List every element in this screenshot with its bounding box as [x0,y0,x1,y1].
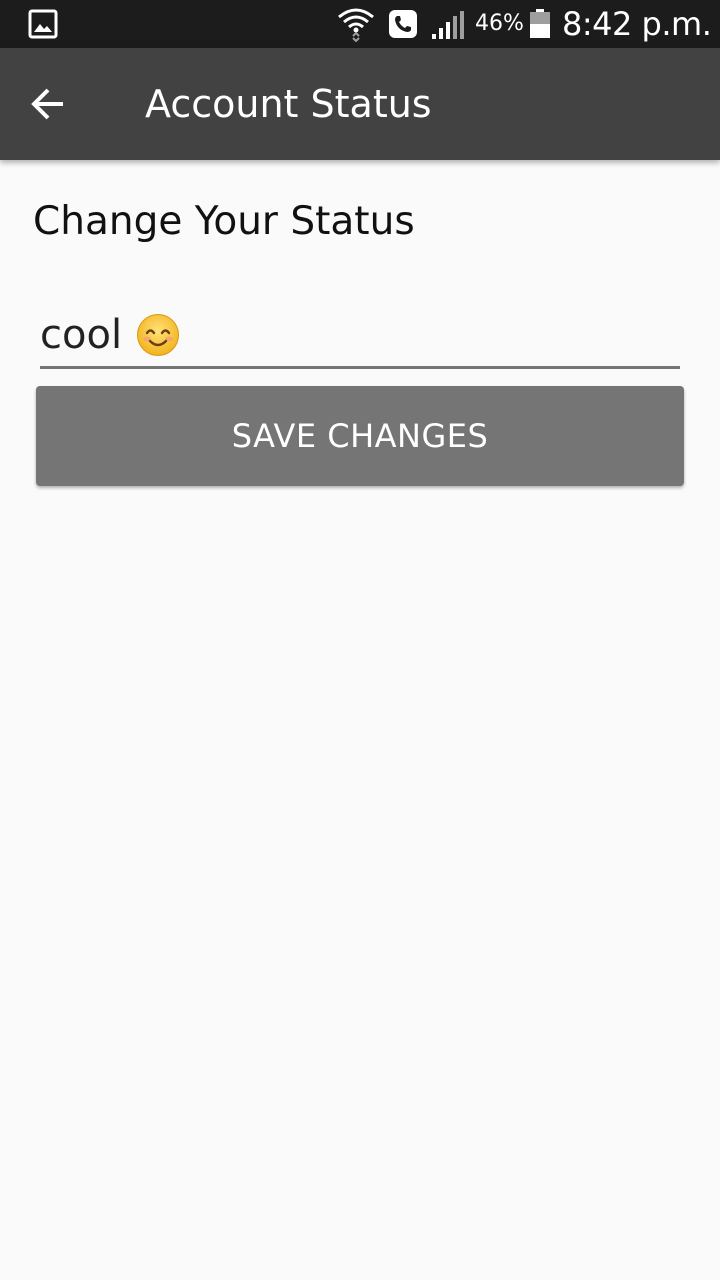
battery-percent: 46% [475,11,524,36]
status-input-value[interactable]: cool [40,307,122,363]
back-button[interactable] [20,76,76,132]
arrow-left-icon [31,88,63,120]
clock: 8:42 p.m. [562,5,712,43]
page-title: Account Status [145,82,432,126]
smiling-face-emoji [137,314,180,356]
app-bar: Account Status [0,48,720,160]
status-bar: 46% 8:42 p.m. [0,0,720,48]
wifi-call-icon [389,10,417,38]
wifi-icon [338,8,374,42]
section-title: Change Your Status [33,199,415,244]
battery-icon [530,9,550,38]
gallery-icon [28,9,58,39]
save-changes-button[interactable]: SAVE CHANGES [36,386,684,486]
status-input[interactable]: cool [40,304,680,369]
signal-icon [432,11,464,39]
